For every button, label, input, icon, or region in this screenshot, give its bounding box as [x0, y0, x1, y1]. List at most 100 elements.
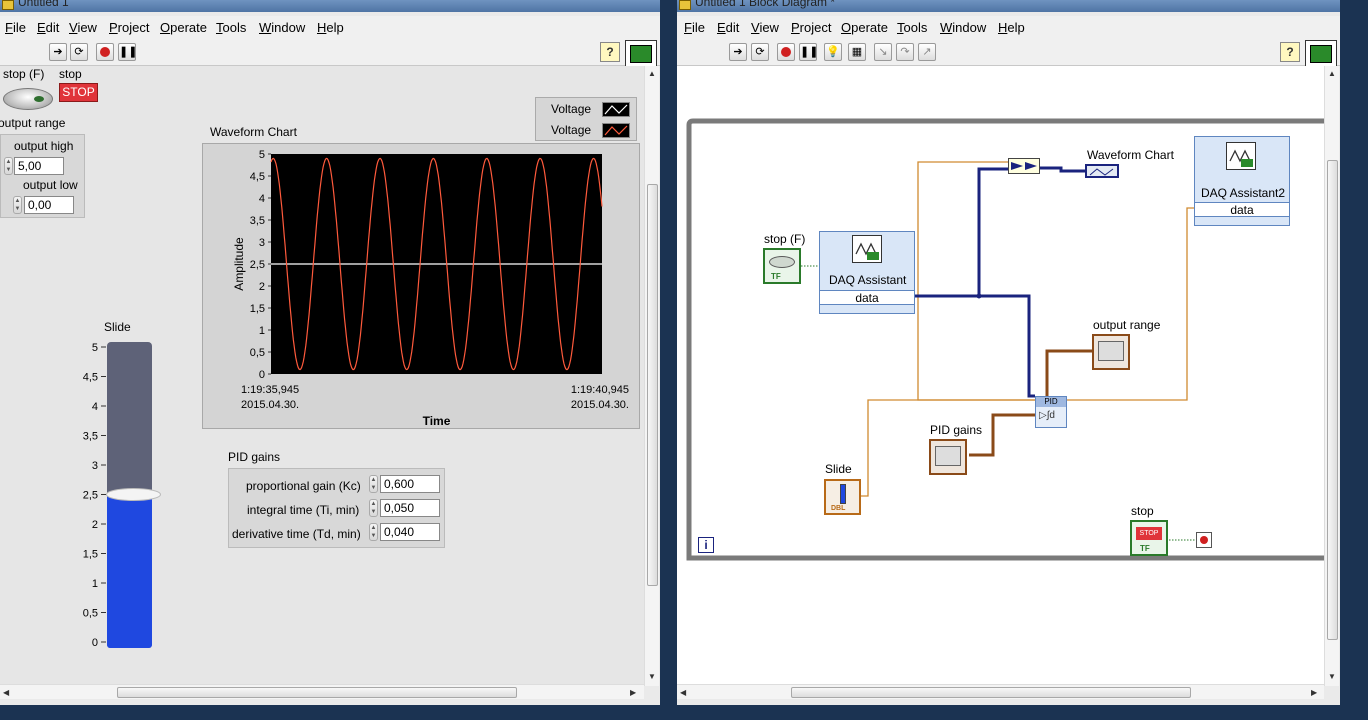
front-panel-vscroll-thumb[interactable]	[647, 184, 658, 586]
step-out-icon[interactable]: ↗	[918, 43, 936, 61]
output-range-label: output range	[0, 116, 66, 130]
x-start-date: 2015.04.30.	[241, 399, 299, 411]
stop-terminal[interactable]: STOP TF	[1130, 520, 1168, 556]
menu-help[interactable]: Help	[317, 20, 344, 35]
bd-menu-file[interactable]: File	[684, 20, 705, 35]
block-diagram-vscroll-thumb[interactable]	[1327, 160, 1338, 640]
block-diagram-vscroll[interactable]: ▲ ▼	[1324, 66, 1339, 686]
pid-gains-terminal[interactable]	[929, 439, 967, 475]
abort-icon[interactable]	[96, 43, 114, 61]
bd-scroll-up-icon[interactable]: ▲	[1328, 69, 1336, 78]
menu-file[interactable]: File	[5, 20, 26, 35]
bd-help-icon[interactable]: ?	[1280, 42, 1300, 62]
bd-menu-view[interactable]: View	[751, 20, 779, 35]
stop-f-switch[interactable]	[3, 88, 53, 110]
output-low-spinner[interactable]: ▲ ▼	[13, 196, 22, 214]
bd-menu-help[interactable]: Help	[998, 20, 1025, 35]
daq-assistant2-node[interactable]: DAQ Assistant2 data	[1194, 136, 1290, 226]
loop-iteration-terminal: i	[698, 537, 714, 553]
output-high-field[interactable]: 5,00	[14, 157, 64, 175]
merge-signals-icon	[1011, 162, 1037, 170]
daq1-data-port[interactable]: data	[820, 290, 914, 305]
front-panel-hscroll-thumb[interactable]	[117, 687, 517, 698]
pid-node[interactable]: PID ▷∫d	[1035, 396, 1067, 428]
bd-menu-window[interactable]: Window	[940, 20, 986, 35]
output-high-spinner[interactable]: ▲ ▼	[4, 157, 13, 175]
waveform-chart: 5 4,5 4 3,5 3 2,5 2 1,5 1 0,5 0 Amplitude 1:19:35,94…	[202, 143, 640, 429]
bd-run-arrow-icon[interactable]: ➔	[729, 43, 747, 61]
front-panel-titlebar[interactable]: Untitled 1	[0, 0, 660, 12]
pid-label: PID	[1036, 397, 1066, 407]
run-arrow-icon[interactable]: ➔	[49, 43, 67, 61]
labview-icon	[679, 0, 691, 10]
pid-cluster-icon	[935, 446, 961, 466]
menu-edit[interactable]: Edit	[37, 20, 59, 35]
bd-menu-project[interactable]: Project	[791, 20, 831, 35]
merge-signals-node[interactable]	[1008, 158, 1040, 174]
kc-spinner[interactable]: ▲ ▼	[369, 475, 378, 493]
bd-abort-icon[interactable]	[777, 43, 795, 61]
slide-tick-label: 2	[92, 519, 98, 531]
front-panel-hscroll[interactable]: ◀ ▶	[0, 684, 644, 699]
slide-tick-label: 0,5	[83, 608, 98, 620]
menu-view[interactable]: View	[69, 20, 97, 35]
stop-button[interactable]: STOP	[59, 83, 98, 102]
block-diagram-hscroll-thumb[interactable]	[791, 687, 1191, 698]
menu-window[interactable]: Window	[259, 20, 305, 35]
block-diagram-titlebar[interactable]: Untitled 1 Block Diagram *	[677, 0, 1340, 12]
stop-f-terminal[interactable]: TF	[763, 248, 801, 284]
legend-swatch-1[interactable]	[602, 102, 630, 117]
wire-output-range	[1045, 349, 1092, 396]
front-panel-menubar: File Edit View Project Operate Tools Win…	[0, 16, 660, 38]
block-diagram-hscroll[interactable]: ◀ ▶	[677, 684, 1324, 699]
daq2-data-port[interactable]: data	[1195, 202, 1289, 217]
ti-field[interactable]: 0,050	[380, 499, 440, 517]
step-over-icon[interactable]: ↷	[896, 43, 914, 61]
pause-icon[interactable]: ❚❚	[118, 43, 137, 61]
bd-menu-edit[interactable]: Edit	[717, 20, 739, 35]
menu-project[interactable]: Project	[109, 20, 149, 35]
output-low-field[interactable]: 0,00	[24, 196, 74, 214]
td-field[interactable]: 0,040	[380, 523, 440, 541]
output-range-terminal[interactable]	[1092, 334, 1130, 370]
td-spinner[interactable]: ▲ ▼	[369, 523, 378, 541]
led-switch-icon	[769, 256, 795, 268]
scroll-right-icon[interactable]: ▶	[630, 688, 636, 697]
legend-line-white-icon	[604, 104, 628, 115]
kc-field[interactable]: 0,600	[380, 475, 440, 493]
legend-swatch-2[interactable]	[602, 123, 630, 138]
daq-assistant-node[interactable]: DAQ Assistant data	[819, 231, 915, 314]
block-diagram-toolbar: ➔ ⟳ ❚❚ 💡 ▦ ↘ ↷ ↗ ?	[677, 38, 1340, 72]
scroll-up-icon[interactable]: ▲	[648, 69, 656, 78]
slide-thumb[interactable]	[106, 488, 161, 501]
bd-pause-icon[interactable]: ❚❚	[799, 43, 818, 61]
bd-stop-label: stop	[1131, 504, 1154, 518]
menu-tools[interactable]: Tools	[216, 20, 246, 35]
y-tick-label: 2,5	[250, 259, 265, 271]
bd-scroll-left-icon[interactable]: ◀	[680, 688, 686, 697]
highlight-execution-icon[interactable]: 💡	[824, 43, 842, 61]
slide-terminal[interactable]: DBL	[824, 479, 861, 515]
front-panel-vscroll[interactable]: ▲ ▼	[644, 66, 659, 686]
help-icon[interactable]: ?	[600, 42, 620, 62]
run-continuously-icon[interactable]: ⟳	[70, 43, 88, 61]
bd-scroll-down-icon[interactable]: ▼	[1328, 672, 1336, 681]
wire-merge-to-chart	[1039, 166, 1085, 173]
step-into-icon[interactable]: ↘	[874, 43, 892, 61]
led-indicator-icon	[34, 96, 44, 102]
bd-menu-tools[interactable]: Tools	[897, 20, 927, 35]
bd-menu-operate[interactable]: Operate	[841, 20, 888, 35]
retain-wire-values-icon[interactable]: ▦	[848, 43, 866, 61]
chart-svg: 5 4,5 4 3,5 3 2,5 2 1,5 1 0,5 0 Amplitude 1:19:35,94…	[232, 149, 629, 428]
scroll-left-icon[interactable]: ◀	[3, 688, 9, 697]
waveform-chart-terminal[interactable]	[1085, 164, 1119, 178]
loop-condition[interactable]	[1196, 532, 1212, 548]
bd-run-continuously-icon[interactable]: ⟳	[751, 43, 769, 61]
stop-label: stop	[59, 67, 82, 81]
slide-terminal-icon	[840, 484, 846, 504]
menu-operate[interactable]: Operate	[160, 20, 207, 35]
scroll-down-icon[interactable]: ▼	[648, 672, 656, 681]
x-axis-label: Time	[423, 414, 451, 428]
bd-scroll-right-icon[interactable]: ▶	[1311, 688, 1317, 697]
ti-spinner[interactable]: ▲ ▼	[369, 499, 378, 517]
